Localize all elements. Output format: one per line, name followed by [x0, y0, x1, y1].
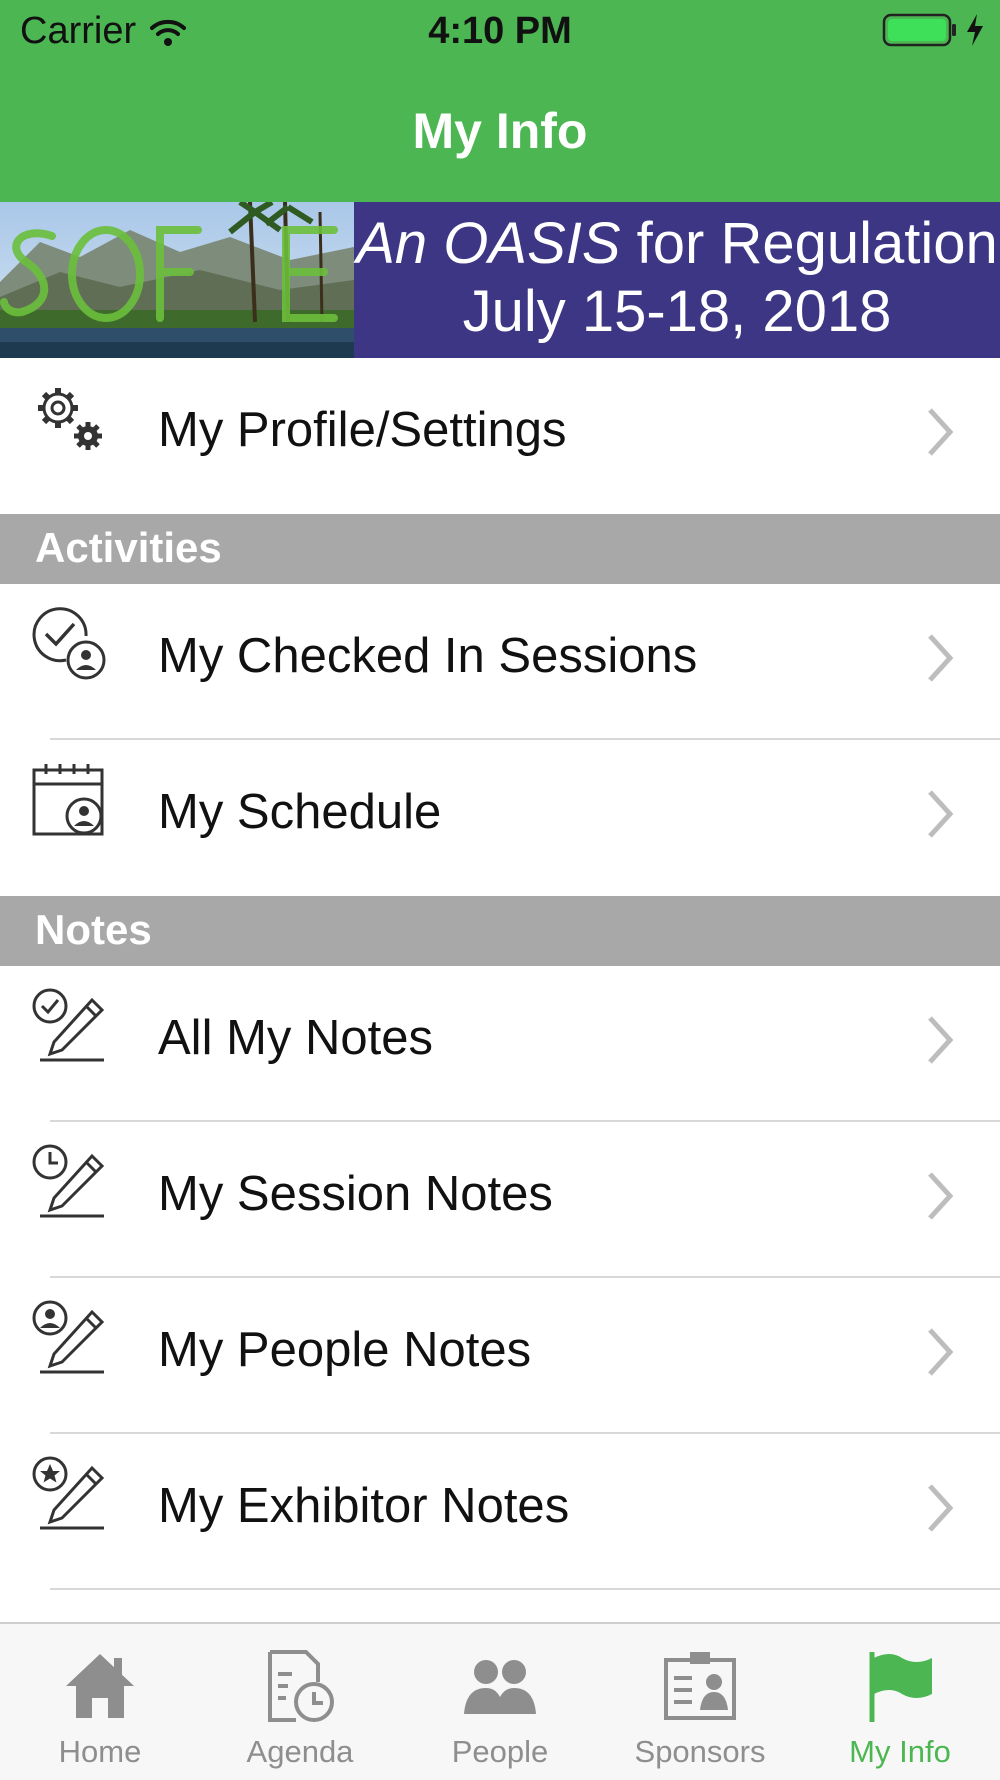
row-label: My People Notes — [158, 1323, 532, 1377]
check-pencil-icon — [32, 988, 105, 1062]
tab-agenda[interactable]: Agenda — [200, 1624, 400, 1780]
tab-label: Agenda — [246, 1734, 354, 1769]
star-pencil-icon — [32, 1456, 105, 1530]
tab-my-info[interactable]: My Info — [800, 1624, 1000, 1780]
people-icon — [464, 1660, 536, 1714]
banner-text-oasis: OASIS — [443, 211, 621, 276]
chevron-right-icon — [928, 634, 954, 682]
calendar-person-icon — [32, 764, 104, 836]
tab-label: My Info — [849, 1734, 951, 1769]
row-my-people-notes[interactable]: My People Notes — [0, 1278, 1000, 1434]
status-time: 4:10 PM — [428, 10, 572, 52]
status-bar: Carrier 4:10 PM — [0, 0, 1000, 66]
banner-text-regulation: for Regulation — [620, 211, 998, 276]
tab-people[interactable]: People — [400, 1624, 600, 1780]
chevron-right-icon — [928, 1484, 954, 1532]
section-header-activities: Activities — [0, 514, 1000, 584]
chevron-right-icon — [928, 1328, 954, 1376]
section-title: Notes — [35, 906, 152, 953]
charging-bolt-icon — [967, 14, 983, 46]
gears-icon — [38, 388, 102, 450]
row-my-exhibitor-notes[interactable]: My Exhibitor Notes — [0, 1434, 1000, 1590]
agenda-icon — [268, 1650, 334, 1722]
check-person-icon — [32, 607, 106, 680]
row-my-checked-in-sessions[interactable]: My Checked In Sessions — [0, 584, 1000, 740]
row-label: My Exhibitor Notes — [158, 1479, 570, 1533]
banner-text-panel: An OASIS for Regulation July 15-18, 2018 — [354, 202, 1000, 358]
row-all-my-notes[interactable]: All My Notes — [0, 966, 1000, 1122]
chevron-right-icon — [928, 408, 954, 456]
section-title: Activities — [35, 524, 222, 571]
clock-pencil-icon — [32, 1144, 105, 1218]
status-right — [882, 12, 986, 48]
page-title: My Info — [412, 103, 588, 159]
row-my-schedule[interactable]: My Schedule — [0, 740, 1000, 896]
row-label: My Profile/Settings — [158, 403, 567, 457]
banner-line-1: An OASIS for Regulation — [354, 210, 1000, 277]
person-pencil-icon — [32, 1300, 105, 1374]
banner-photo — [0, 202, 354, 358]
row-my-profile-settings[interactable]: My Profile/Settings — [0, 358, 1000, 514]
event-banner[interactable]: An OASIS for Regulation July 15-18, 2018 — [0, 202, 1000, 358]
row-label: My Checked In Sessions — [158, 629, 698, 683]
chevron-right-icon — [928, 1172, 954, 1220]
row-my-session-notes[interactable]: My Session Notes — [0, 1122, 1000, 1278]
tab-label: People — [451, 1734, 549, 1769]
section-header-notes: Notes — [0, 896, 1000, 966]
tab-label: Home — [58, 1734, 142, 1769]
sponsors-icon — [664, 1652, 736, 1720]
tab-bar: Home Agenda People Sponsors My Info — [0, 1622, 1000, 1780]
tab-label: Sponsors — [634, 1734, 766, 1769]
home-icon — [66, 1654, 134, 1718]
banner-text-an: An — [356, 211, 444, 276]
flag-icon — [869, 1652, 932, 1722]
row-label: My Schedule — [158, 785, 442, 839]
battery-icon — [882, 13, 956, 47]
banner-line-2: July 15-18, 2018 — [462, 279, 892, 344]
navigation-bar: My Info — [0, 66, 1000, 202]
chevron-right-icon — [928, 790, 954, 838]
tab-home[interactable]: Home — [0, 1624, 200, 1780]
row-label: All My Notes — [158, 1011, 434, 1065]
chevron-right-icon — [928, 1016, 954, 1064]
row-label: My Session Notes — [158, 1167, 553, 1221]
row-divider — [50, 1588, 1000, 1590]
tab-sponsors[interactable]: Sponsors — [600, 1624, 800, 1780]
